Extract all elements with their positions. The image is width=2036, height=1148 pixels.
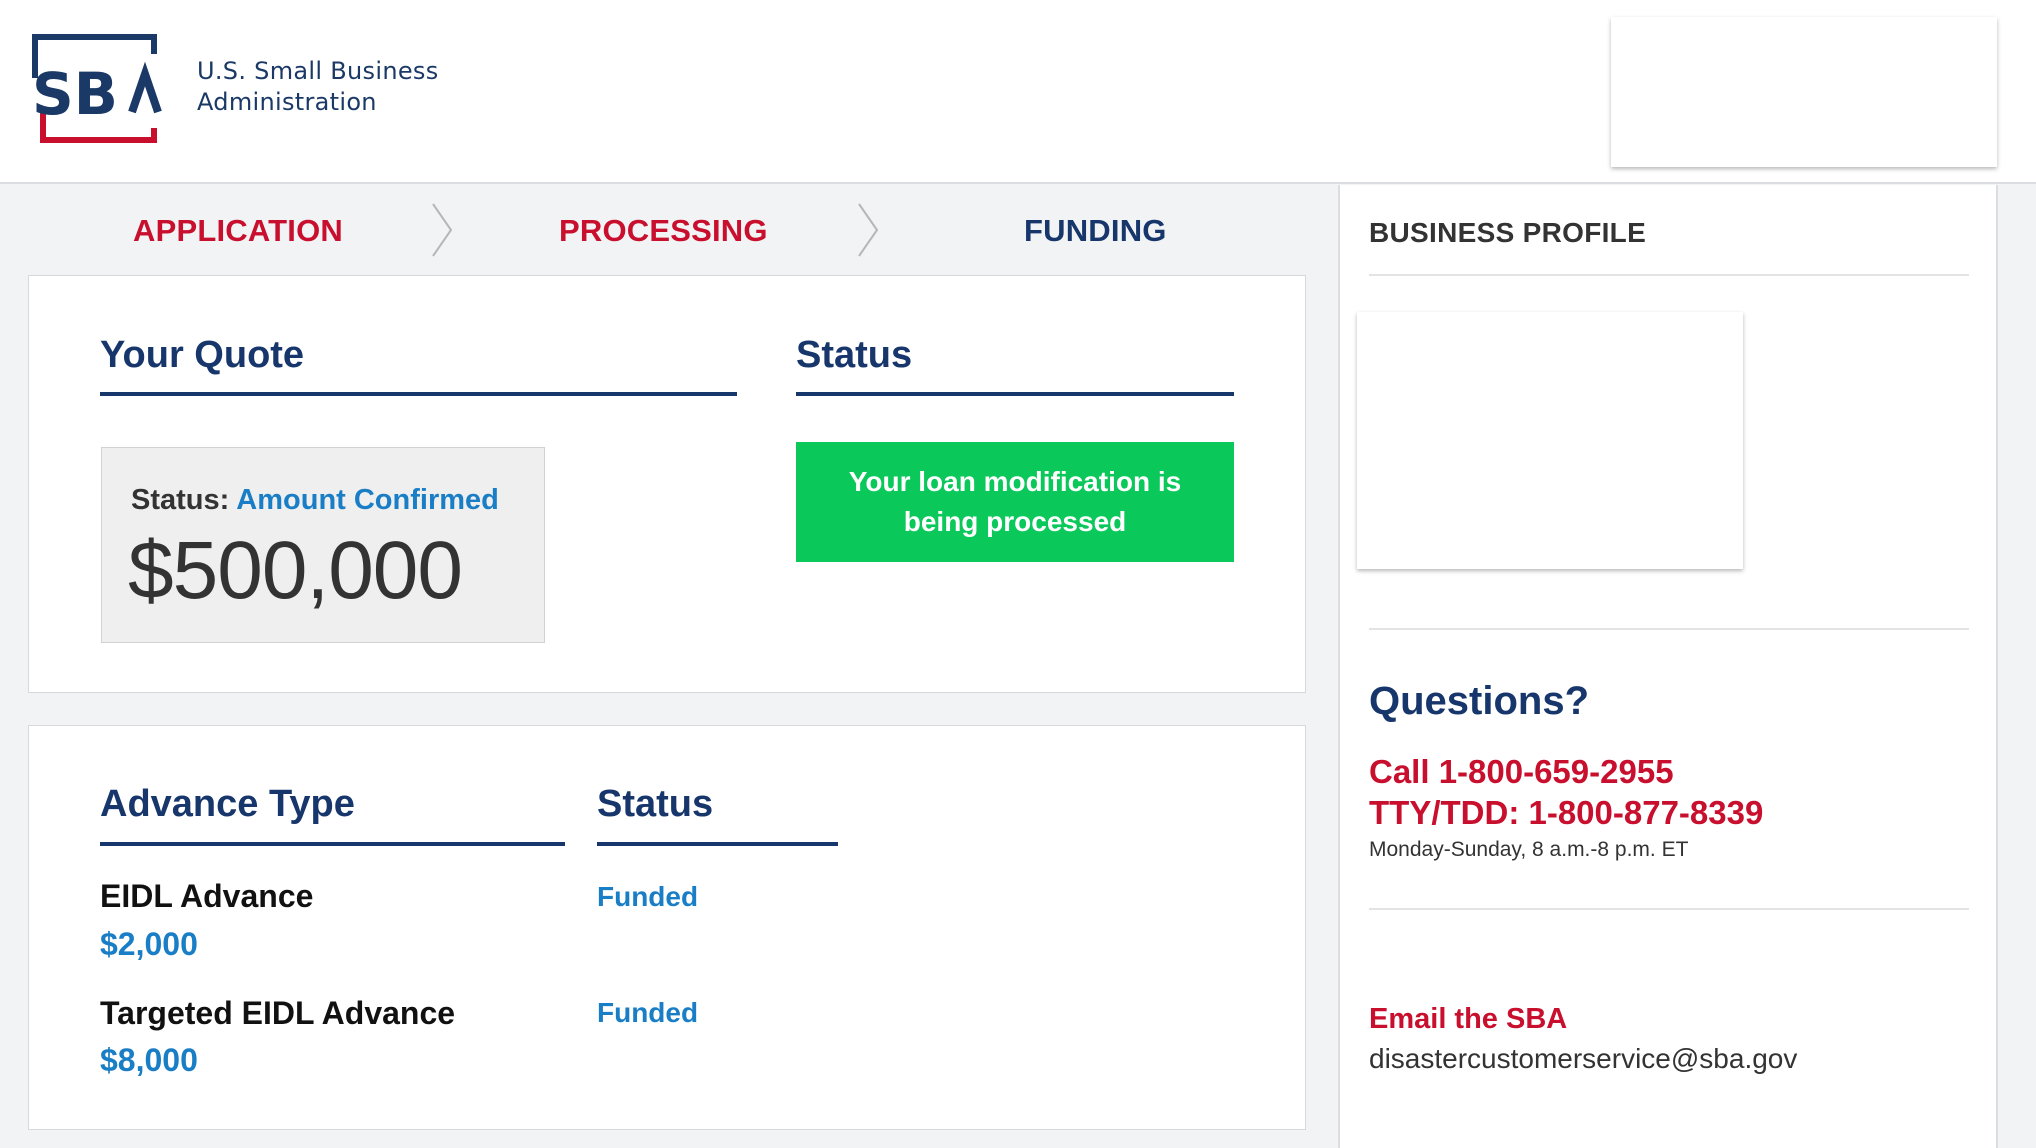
advance-amount: $8,000 — [100, 1042, 198, 1078]
main-content: APPLICATION PROCESSING FUNDING Your Quot… — [0, 185, 1338, 1148]
step-application[interactable]: APPLICATION — [133, 213, 343, 249]
svg-text:SB: SB — [32, 60, 118, 128]
step-processing[interactable]: PROCESSING — [559, 213, 768, 249]
header-account-card — [1611, 17, 1997, 167]
advance-amount: $2,000 — [100, 926, 198, 962]
advance-status-underline — [597, 842, 838, 846]
questions-title: Questions? — [1369, 679, 1590, 723]
quote-status: Status: Amount Confirmed — [131, 484, 499, 517]
business-profile-card — [1357, 312, 1743, 569]
quote-amount: $500,000 — [128, 525, 463, 616]
progress-steps: APPLICATION PROCESSING FUNDING — [0, 185, 1338, 275]
advance-type-underline — [100, 842, 565, 846]
site-header: SB U.S. Small Business Administration — [0, 0, 2036, 184]
call-phone-link[interactable]: Call 1-800-659-2955 — [1369, 753, 1674, 791]
advance-status: Funded — [597, 881, 699, 912]
advance-status: Funded — [597, 997, 699, 1028]
org-name-line2: Administration — [197, 88, 377, 116]
status-banner-line2: being processed — [903, 506, 1127, 537]
business-profile-title: BUSINESS PROFILE — [1369, 217, 1647, 248]
status-banner: Your loan modification is being processe… — [796, 442, 1234, 562]
divider — [1369, 628, 1969, 630]
org-name-line1: U.S. Small Business — [197, 57, 439, 85]
step-funding[interactable]: FUNDING — [1024, 213, 1167, 249]
quote-status-value: Amount Confirmed — [236, 484, 499, 516]
advance-name: EIDL Advance — [100, 878, 314, 914]
quote-box: Status: Amount Confirmed $500,000 — [101, 447, 545, 643]
quote-status-label: Status: — [131, 484, 230, 516]
advance-card: Advance Type Status EIDL Advance $2,000 … — [28, 725, 1306, 1130]
quote-card: Your Quote Status Status: Amount Confirm… — [28, 275, 1306, 693]
advance-type-title: Advance Type — [100, 783, 355, 825]
email-link[interactable]: disastercustomerservice@sba.gov — [1369, 1043, 1797, 1075]
support-hours: Monday-Sunday, 8 a.m.-8 p.m. ET — [1369, 838, 1689, 861]
tty-phone-link[interactable]: TTY/TDD: 1-800-877-8339 — [1369, 794, 1763, 832]
status-banner-line1: Your loan modification is — [848, 466, 1182, 497]
chevron-right-icon — [858, 203, 879, 257]
advance-status-title: Status — [597, 783, 714, 825]
quote-title: Your Quote — [100, 334, 305, 376]
status-title: Status — [796, 334, 913, 376]
divider — [1369, 908, 1969, 910]
sidebar: BUSINESS PROFILE Questions? Call 1-800-6… — [1338, 185, 1998, 1148]
quote-title-underline — [100, 392, 737, 396]
divider — [1369, 274, 1969, 276]
advance-name: Targeted EIDL Advance — [100, 995, 456, 1031]
org-name: U.S. Small Business Administration — [197, 56, 439, 118]
chevron-right-icon — [432, 203, 453, 257]
sba-logo-icon[interactable]: SB — [32, 34, 172, 144]
status-title-underline — [796, 392, 1234, 396]
email-title: Email the SBA — [1369, 1003, 1568, 1035]
